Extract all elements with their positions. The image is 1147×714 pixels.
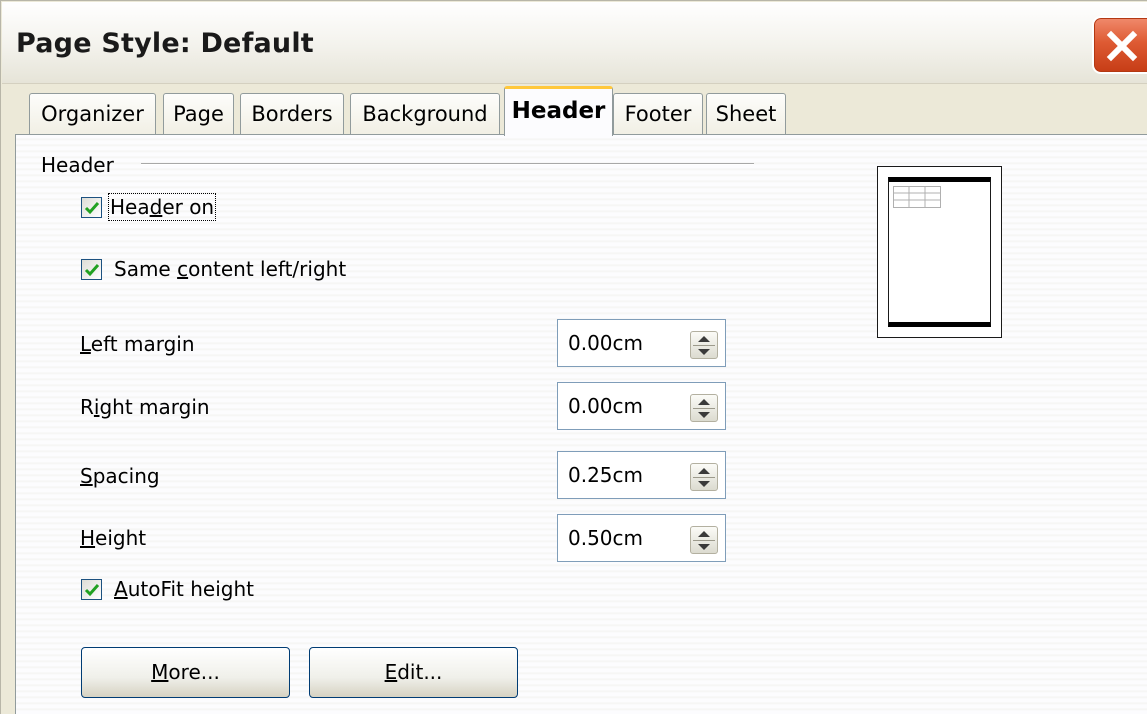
edit-button[interactable]: Edit... [309, 647, 518, 698]
spin-arrows-icon[interactable] [690, 331, 718, 359]
spin-separator [693, 540, 715, 541]
height-spinner[interactable]: 0.50cm [557, 514, 726, 562]
spin-separator [693, 408, 715, 409]
spin-down-icon[interactable] [697, 411, 711, 419]
tab-borders[interactable]: Borders [240, 93, 344, 135]
preview-page [888, 177, 991, 327]
spin-separator [693, 345, 715, 346]
height-value[interactable]: 0.50cm [568, 526, 643, 550]
left-margin-value[interactable]: 0.00cm [568, 331, 643, 355]
checkmark-icon [84, 263, 100, 276]
autofit-height-label: AutoFit height [114, 577, 254, 601]
spin-arrows-icon[interactable] [690, 526, 718, 554]
same-content-label: Same content left/right [114, 257, 347, 281]
tab-organizer[interactable]: Organizer [29, 93, 156, 135]
left-margin-label: Left margin [80, 332, 195, 356]
title-bar[interactable]: Page Style: Default [2, 2, 1147, 84]
spin-arrows-icon[interactable] [690, 463, 718, 491]
spacing-label: Spacing [80, 464, 160, 488]
height-label: Height [80, 526, 147, 550]
page-preview [877, 166, 1002, 338]
spin-up-icon[interactable] [697, 335, 711, 343]
header-on-checkbox-row[interactable]: Header on [81, 193, 217, 221]
same-content-checkbox-row[interactable]: Same content left/right [81, 256, 346, 282]
checkmark-icon [84, 201, 100, 214]
spin-down-icon[interactable] [697, 543, 711, 551]
autofit-height-checkbox-row[interactable]: AutoFit height [81, 576, 254, 602]
spin-separator [693, 477, 715, 478]
more-button[interactable]: More... [81, 647, 290, 698]
tab-header[interactable]: Header [504, 86, 613, 136]
tab-sheet[interactable]: Sheet [706, 93, 786, 135]
close-button[interactable] [1092, 16, 1147, 74]
tab-footer[interactable]: Footer [613, 93, 703, 135]
spacing-spinner[interactable]: 0.25cm [557, 451, 726, 499]
header-grid-icon [893, 186, 941, 208]
tab-bar: Organizer Page Borders Background Header… [1, 85, 1147, 136]
close-icon [1106, 30, 1138, 62]
autofit-height-checkbox[interactable] [81, 578, 102, 600]
spin-up-icon[interactable] [697, 467, 711, 475]
section-divider [141, 163, 754, 165]
spacing-value[interactable]: 0.25cm [568, 463, 643, 487]
spin-up-icon[interactable] [697, 530, 711, 538]
spin-down-icon[interactable] [697, 348, 711, 356]
spin-up-icon[interactable] [697, 398, 711, 406]
spin-arrows-icon[interactable] [690, 394, 718, 422]
tab-page[interactable]: Page [163, 93, 234, 135]
same-content-checkbox[interactable] [81, 258, 102, 280]
tab-background[interactable]: Background [350, 93, 500, 135]
header-on-label: Header on [107, 193, 217, 221]
left-margin-spinner[interactable]: 0.00cm [557, 319, 726, 367]
right-margin-label: Right margin [80, 395, 210, 419]
section-title-header: Header [41, 153, 114, 177]
page-style-dialog: Page Style: Default Organizer Page Borde… [0, 0, 1147, 714]
checkmark-icon [84, 583, 100, 596]
right-margin-value[interactable]: 0.00cm [568, 394, 643, 418]
right-margin-spinner[interactable]: 0.00cm [557, 382, 726, 430]
header-on-checkbox[interactable] [81, 196, 102, 218]
dialog-title: Page Style: Default [16, 28, 314, 59]
spin-down-icon[interactable] [697, 480, 711, 488]
